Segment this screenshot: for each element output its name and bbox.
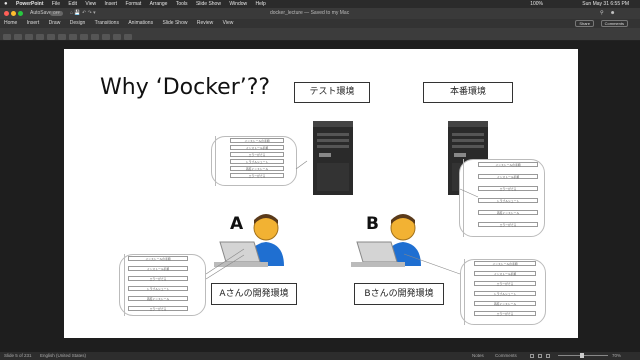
- menubar-app-name[interactable]: PowerPoint: [16, 0, 44, 8]
- tab-slide-show[interactable]: Slide Show: [162, 19, 187, 28]
- tab-home[interactable]: Home: [4, 19, 17, 28]
- comments-button[interactable]: Comments: [600, 20, 628, 27]
- battery-level: 100%: [530, 1, 543, 7]
- menu-window[interactable]: Window: [229, 0, 247, 8]
- bullets-icon[interactable]: [102, 33, 110, 40]
- normal-view-icon[interactable]: [530, 354, 534, 358]
- window-titlebar: AutoSave OFF ⌂ 💾 ↶ ↷ ▾ docker_lecture — …: [0, 8, 640, 19]
- tab-animations[interactable]: Animations: [128, 19, 153, 28]
- document-title: docker_lecture — Saved to my Mac: [270, 10, 350, 16]
- menu-arrange[interactable]: Arrange: [150, 0, 168, 8]
- notes-button[interactable]: Notes: [472, 352, 484, 360]
- layout-icon[interactable]: [25, 33, 33, 40]
- mac-menubar: ● PowerPoint File Edit View Insert Forma…: [0, 0, 640, 8]
- zoom-slider-handle[interactable]: [580, 353, 584, 358]
- minimize-window-icon[interactable]: [11, 11, 16, 16]
- dev-a-env-label: Aさんの開発環境: [211, 283, 297, 305]
- tab-view[interactable]: View: [223, 19, 234, 28]
- tab-review[interactable]: Review: [197, 19, 213, 28]
- menubar-clock: Sun May 31 6:55 PM: [582, 1, 629, 7]
- underline-icon[interactable]: [69, 33, 77, 40]
- comments-status-button[interactable]: Comments: [495, 352, 517, 360]
- zoom-window-icon[interactable]: [18, 11, 23, 16]
- shapes-icon[interactable]: [113, 33, 121, 40]
- new-slide-icon[interactable]: [14, 33, 22, 40]
- slide-counter: Slide 5 of 231: [4, 353, 32, 358]
- share-button[interactable]: Share: [575, 20, 594, 27]
- bold-icon[interactable]: [47, 33, 55, 40]
- quick-access-icons[interactable]: ⌂ 💾 ↶ ↷ ▾: [70, 10, 96, 17]
- arrange-icon[interactable]: [124, 33, 132, 40]
- dev-b-env-label: Bさんの開発環境: [354, 283, 444, 305]
- tab-design[interactable]: Design: [70, 19, 86, 28]
- menu-file[interactable]: File: [52, 0, 60, 8]
- ribbon-toolbar: [0, 28, 640, 41]
- slide-sorter-icon[interactable]: [538, 354, 542, 358]
- ribbon-tabs: Home Insert Draw Design Transitions Anim…: [0, 19, 640, 28]
- language-indicator[interactable]: English (United States): [40, 352, 86, 360]
- menu-tools[interactable]: Tools: [176, 0, 188, 8]
- font-color-icon[interactable]: [80, 33, 88, 40]
- menu-insert[interactable]: Insert: [105, 0, 118, 8]
- tab-insert[interactable]: Insert: [27, 19, 40, 28]
- slide-canvas[interactable]: Why ‘Docker’?? テスト環境 本番環境 インストールの手順 インスト…: [64, 49, 578, 338]
- align-icon[interactable]: [91, 33, 99, 40]
- tab-draw[interactable]: Draw: [49, 19, 61, 28]
- zoom-level[interactable]: 70%: [612, 352, 621, 360]
- italic-icon[interactable]: [58, 33, 66, 40]
- autosave-label: AutoSave: [30, 10, 52, 16]
- tab-transitions[interactable]: Transitions: [95, 19, 119, 28]
- menu-edit[interactable]: Edit: [68, 0, 77, 8]
- menu-help[interactable]: Help: [256, 0, 266, 8]
- status-bar: Slide 5 of 231 English (United States) N…: [0, 352, 640, 360]
- apple-icon[interactable]: ●: [4, 0, 8, 8]
- user-icon[interactable]: ☻: [610, 8, 615, 19]
- paste-icon[interactable]: [3, 33, 11, 40]
- reading-view-icon[interactable]: [546, 354, 550, 358]
- close-window-icon[interactable]: [4, 11, 9, 16]
- search-icon[interactable]: ⚲: [600, 8, 604, 19]
- menu-format[interactable]: Format: [125, 0, 141, 8]
- font-icon[interactable]: [36, 33, 44, 40]
- autosave-toggle[interactable]: OFF: [50, 11, 63, 16]
- callout-connectors: [205, 160, 479, 280]
- menu-view[interactable]: View: [85, 0, 96, 8]
- menu-slide-show[interactable]: Slide Show: [196, 0, 221, 8]
